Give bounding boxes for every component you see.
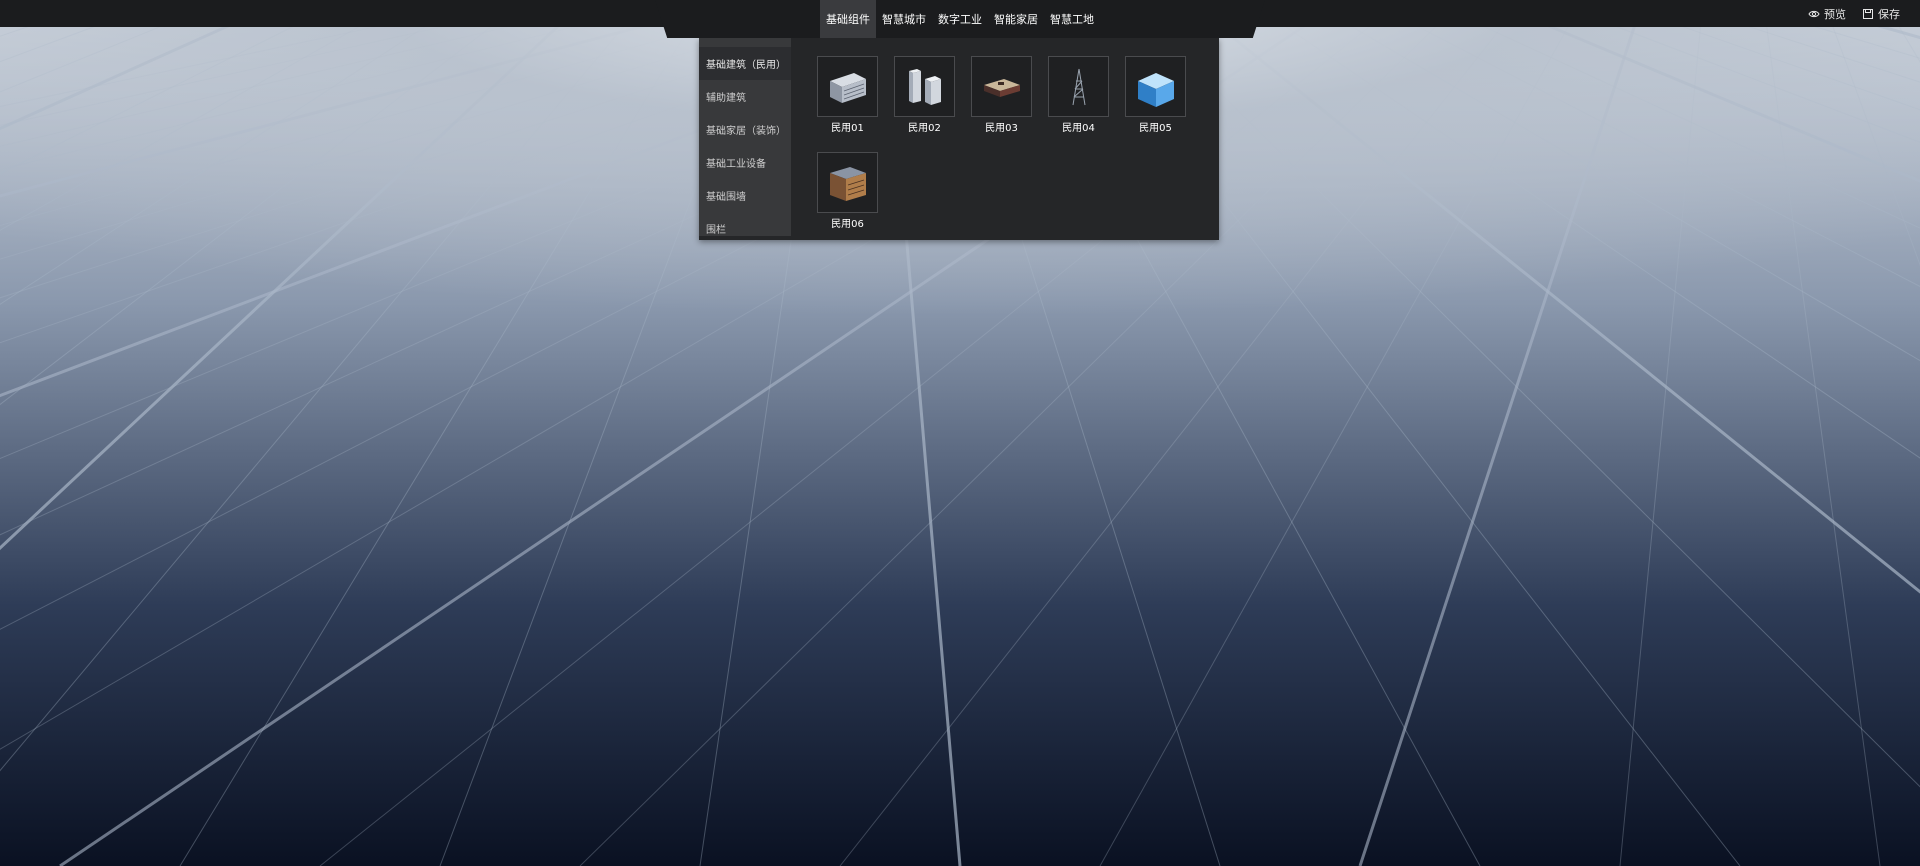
component-grid: 民用01 民用02 民用03 民用04 民用05 民用06: [817, 56, 1212, 230]
thumbnail: [971, 56, 1032, 117]
preview-button[interactable]: 预览: [1808, 6, 1846, 22]
sidebar-item-fences[interactable]: 围栏: [699, 212, 791, 236]
tab-smart-city[interactable]: 智慧城市: [876, 0, 932, 38]
header-actions: 预览 保存: [1808, 0, 1900, 27]
category-tabs-bar: 基础组件 智慧城市 数字工业 智能家居 智慧工地: [655, 0, 1265, 38]
tab-smart-construction[interactable]: 智慧工地: [1044, 0, 1100, 38]
component-label: 民用01: [831, 123, 864, 134]
tab-digital-industry[interactable]: 数字工业: [932, 0, 988, 38]
thumbnail: [1048, 56, 1109, 117]
component-card-civil01[interactable]: 民用01: [817, 56, 878, 134]
component-panel: 基础建筑（民用） 辅助建筑 基础家居（装饰） 基础工业设备 基础围墙 围栏 民用…: [699, 38, 1219, 240]
save-icon: [1863, 8, 1873, 19]
sidebar-item-home-decor[interactable]: 基础家居（装饰）: [699, 113, 791, 146]
brick-building-icon: [829, 166, 866, 201]
tab-smart-home[interactable]: 智能家居: [988, 0, 1044, 38]
category-tabs: 基础组件 智慧城市 数字工业 智能家居 智慧工地: [655, 0, 1265, 38]
office-building-icon: [829, 72, 866, 103]
sidebar-item-walls[interactable]: 基础围墙: [699, 179, 791, 212]
component-card-civil04[interactable]: 民用04: [1048, 56, 1109, 134]
category-sidebar[interactable]: 基础建筑（民用） 辅助建筑 基础家居（装饰） 基础工业设备 基础围墙 围栏: [699, 38, 791, 236]
component-label: 民用05: [1139, 123, 1172, 134]
component-label: 民用02: [908, 123, 941, 134]
sidebar-item-auxiliary-buildings[interactable]: 辅助建筑: [699, 80, 791, 113]
blue-cube-building-icon: [1137, 72, 1174, 107]
component-card-civil06[interactable]: 民用06: [817, 152, 878, 230]
save-button[interactable]: 保存: [1862, 6, 1900, 22]
component-label: 民用03: [985, 123, 1018, 134]
thumbnail: [1125, 56, 1186, 117]
thumbnail: [894, 56, 955, 117]
component-card-civil02[interactable]: 民用02: [894, 56, 955, 134]
signal-tower-icon: [1072, 68, 1085, 105]
flat-building-icon: [983, 78, 1020, 97]
sidebar-item-civil-buildings[interactable]: 基础建筑（民用）: [699, 47, 791, 80]
component-label: 民用04: [1062, 123, 1095, 134]
twin-towers-icon: [908, 68, 941, 105]
thumbnail: [817, 152, 878, 213]
component-label: 民用06: [831, 219, 864, 230]
thumbnail: [817, 56, 878, 117]
tab-basic-components[interactable]: 基础组件: [820, 0, 876, 38]
eye-icon: [1808, 10, 1820, 17]
component-card-civil03[interactable]: 民用03: [971, 56, 1032, 134]
save-label: 保存: [1878, 7, 1900, 21]
sidebar-item-industrial-equipment[interactable]: 基础工业设备: [699, 146, 791, 179]
component-card-civil05[interactable]: 民用05: [1125, 56, 1186, 134]
preview-label: 预览: [1824, 7, 1846, 21]
